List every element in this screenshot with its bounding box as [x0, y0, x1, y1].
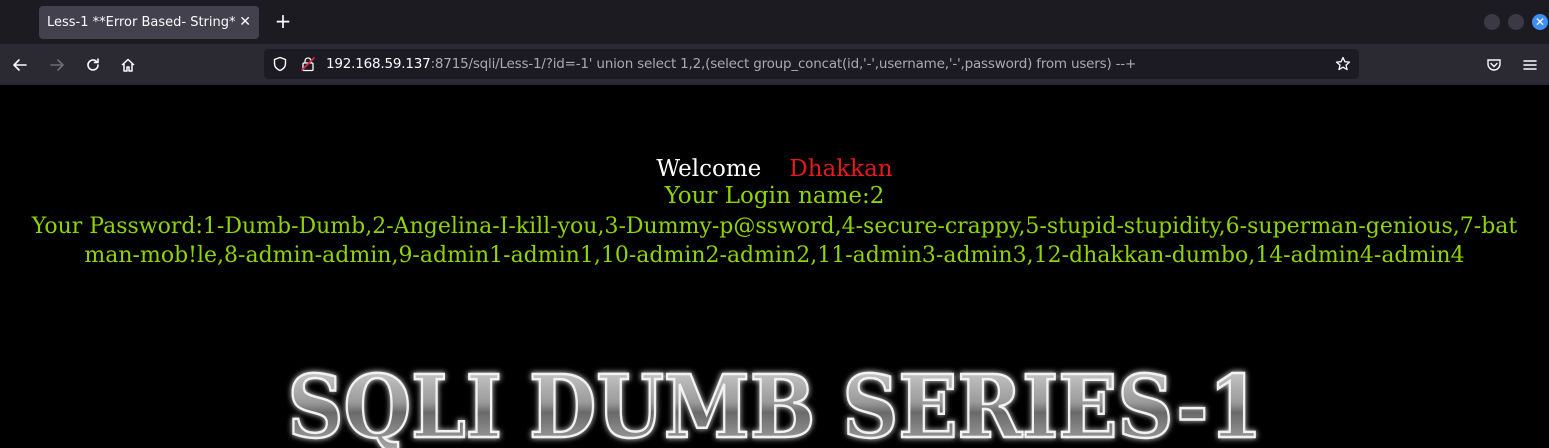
welcome-text: Welcome — [656, 156, 762, 182]
sqli-banner-image: SQLI DUMB SERIES-1 — [286, 356, 1264, 448]
navigation-bar: 192.168.59.137:8715/sqli/Less-1/?id=-1' … — [0, 44, 1549, 85]
maximize-button[interactable] — [1508, 14, 1524, 30]
welcome-line: Welcome Dhakkan — [0, 156, 1549, 182]
tab-title: Less-1 **Error Based- String** — [47, 15, 235, 30]
pocket-icon — [1487, 59, 1501, 71]
pocket-button[interactable] — [1482, 53, 1506, 77]
tab-strip: Less-1 **Error Based- String** ✕ + ✕ — [0, 0, 1549, 44]
back-button[interactable] — [8, 53, 32, 77]
bookmark-star-icon — [1335, 56, 1351, 71]
hamburger-menu-icon — [1523, 60, 1537, 70]
close-window-button[interactable]: ✕ — [1532, 14, 1548, 30]
forward-button[interactable] — [45, 53, 69, 77]
reload-icon — [87, 58, 99, 71]
reload-button[interactable] — [81, 53, 105, 77]
url-path: :8715/sqli/Less-1/?id=-1' union select 1… — [430, 56, 1137, 72]
insecure-lock-icon — [300, 56, 316, 72]
tab-active[interactable]: Less-1 **Error Based- String** ✕ — [39, 6, 259, 39]
home-button[interactable] — [116, 53, 140, 77]
new-tab-button[interactable]: + — [272, 10, 294, 32]
menu-button[interactable] — [1518, 53, 1542, 77]
address-bar[interactable]: 192.168.59.137:8715/sqli/Less-1/?id=-1' … — [264, 49, 1359, 79]
forward-arrow-icon — [50, 59, 64, 71]
minimize-button[interactable] — [1484, 14, 1500, 30]
url-host: 192.168.59.137 — [326, 56, 431, 72]
close-tab-icon[interactable]: ✕ — [239, 14, 251, 30]
user-name: Dhakkan — [789, 156, 893, 182]
login-name-line: Your Login name:2 — [664, 183, 885, 209]
back-arrow-icon — [13, 59, 27, 71]
shield-icon — [273, 56, 287, 72]
url-text[interactable]: 192.168.59.137:8715/sqli/Less-1/?id=-1' … — [326, 56, 1136, 72]
password-line: Your Password:1-Dumb-Dumb,2-Angelina-I-k… — [31, 214, 1518, 268]
home-icon — [121, 58, 135, 72]
banner-text: SQLI DUMB SERIES-1 — [288, 357, 1263, 448]
page-content: Welcome Dhakkan Your Login name:2 Your Pa… — [0, 85, 1549, 448]
